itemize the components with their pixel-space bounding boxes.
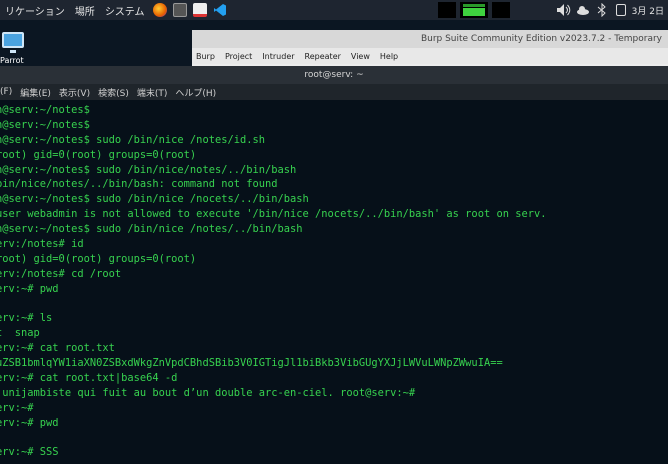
terminal-menu-help[interactable]: ヘルプ(H) xyxy=(175,86,216,99)
burp-title: Burp Suite Community Edition v2023.7.2 -… xyxy=(192,30,668,48)
terminal-line: user webadmin is not allowed to execute … xyxy=(0,208,547,221)
burp-menu-burp[interactable]: Burp xyxy=(196,52,215,61)
terminal-menu-edit[interactable]: 編集(E) xyxy=(20,86,51,99)
terminal-menu-view[interactable]: 表示(V) xyxy=(59,86,90,99)
burp-menu-intruder[interactable]: Intruder xyxy=(262,52,294,61)
terminal-line: unijambiste qui fuit au bout d’un double… xyxy=(0,386,416,399)
burp-menu-help[interactable]: Help xyxy=(380,52,398,61)
terminal-line: n@serv:~/notes$ xyxy=(0,118,90,131)
terminal-launcher-icon[interactable] xyxy=(172,3,187,17)
terminal-output[interactable]: n@serv:~/notes$ n@serv:~/notes$ n@serv:~… xyxy=(0,100,668,464)
terminal-line: uZSB1bmlqYW1iaXN0ZSBxdWkgZnVpdCBhdSBib3V… xyxy=(0,357,503,370)
terminal-line: n@serv:~/notes$ xyxy=(0,104,90,116)
burp-menu-view[interactable]: View xyxy=(351,52,370,61)
terminal-line: root) gid=0(root) groups=0(root) xyxy=(0,252,197,265)
terminal-line: erv:~# xyxy=(0,401,34,414)
terminal-line: n@serv:~/notes$ sudo /bin/nice/notes/../… xyxy=(0,163,297,176)
places-menu[interactable]: 場所 xyxy=(70,3,100,18)
terminal-line: t snap xyxy=(0,327,40,340)
text-editor-icon[interactable] xyxy=(192,3,207,17)
workspace-2[interactable] xyxy=(492,2,510,18)
burp-menu-repeater[interactable]: Repeater xyxy=(305,52,341,61)
cpu-monitor xyxy=(460,2,488,18)
terminal-line: n@serv:~/notes$ sudo /bin/nice /notes/..… xyxy=(0,223,303,236)
terminal-line: bin/nice/notes/../bin/bash: command not … xyxy=(0,178,278,191)
clock[interactable]: 3月 2日 xyxy=(632,4,664,17)
terminal-line: erv:~# pwd xyxy=(0,416,59,429)
terminal-menu-search[interactable]: 検索(S) xyxy=(98,86,129,99)
desktop-computer-icon[interactable]: Parrot xyxy=(0,30,28,66)
terminal-window[interactable]: root@serv: ~ (F) 編集(E) 表示(V) 検索(S) 端末(T)… xyxy=(0,66,668,464)
terminal-menu-terminal[interactable]: 端末(T) xyxy=(137,86,168,99)
terminal-menubar: (F) 編集(E) 表示(V) 検索(S) 端末(T) ヘルプ(H) xyxy=(0,84,668,100)
terminal-line: erv:/notes# id xyxy=(0,238,84,251)
clipboard-icon[interactable] xyxy=(615,4,626,16)
terminal-line: erv:~# ls xyxy=(0,312,53,325)
volume-icon[interactable] xyxy=(556,3,570,17)
top-panel: リケーション 場所 システム 3月 2日 xyxy=(0,0,668,20)
terminal-line: erv:~# SSS xyxy=(0,446,59,459)
terminal-line: root) gid=0(root) groups=0(root) xyxy=(0,148,197,161)
firefox-icon[interactable] xyxy=(152,3,167,17)
workspace-monitor xyxy=(438,0,510,20)
terminal-line: n@serv:~/notes$ sudo /bin/nice /nocets/.… xyxy=(0,193,309,206)
terminal-title: root@serv: ~ xyxy=(0,66,668,84)
desktop-icon-label: Parrot xyxy=(0,56,24,65)
terminal-line: erv:/notes# cd /root xyxy=(0,267,122,280)
terminal-line: erv:~# cat root.txt xyxy=(0,342,115,355)
vscode-icon[interactable] xyxy=(213,3,227,17)
bluetooth-icon[interactable] xyxy=(596,2,610,18)
terminal-line: erv:~# pwd xyxy=(0,282,59,295)
cloud-icon[interactable] xyxy=(576,3,590,17)
terminal-menu-file[interactable]: (F) xyxy=(0,87,12,97)
terminal-line: erv:~# cat root.txt|base64 -d xyxy=(0,372,178,385)
workspace-1[interactable] xyxy=(438,2,456,18)
burp-menu-project[interactable]: Project xyxy=(225,52,252,61)
applications-menu[interactable]: リケーション xyxy=(0,3,70,18)
terminal-line: n@serv:~/notes$ sudo /bin/nice /notes/id… xyxy=(0,133,265,146)
system-menu[interactable]: システム xyxy=(100,3,150,18)
burp-menubar: Burp Project Intruder Repeater View Help xyxy=(192,48,668,64)
